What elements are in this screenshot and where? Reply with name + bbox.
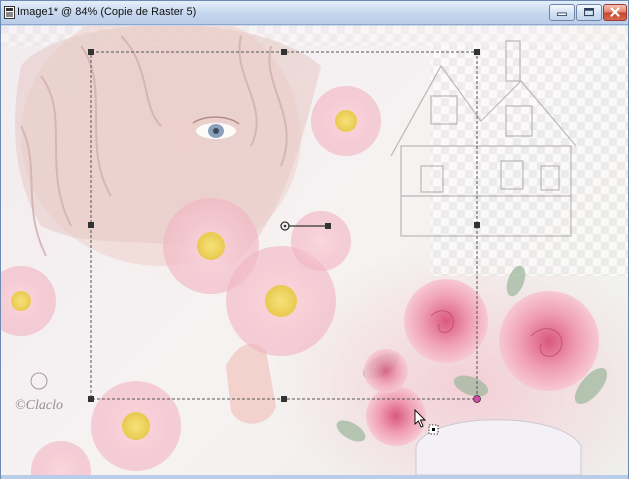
handle-bottom-left[interactable] — [88, 396, 94, 402]
title-bar[interactable]: Image1* @ 84% (Copie de Raster 5) — [1, 1, 628, 25]
window-title: Image1* @ 84% (Copie de Raster 5) — [17, 6, 197, 18]
handle-bottom-middle[interactable] — [281, 396, 287, 402]
maximize-icon — [584, 8, 594, 17]
transparency-checker — [431, 46, 628, 276]
image-window: Image1* @ 84% (Copie de Raster 5) ©Clacl… — [0, 0, 629, 479]
image-canvas[interactable]: ©Claclo — [1, 26, 628, 475]
handle-top-middle[interactable] — [281, 49, 287, 55]
close-button[interactable] — [603, 4, 627, 21]
watermark-ornament — [30, 372, 48, 390]
artwork: ©Claclo — [1, 26, 628, 475]
minimize-button[interactable] — [549, 4, 575, 21]
handle-middle-left[interactable] — [88, 222, 94, 228]
rotation-handle[interactable] — [325, 223, 331, 229]
window-bottom-edge — [1, 475, 628, 479]
minimize-icon — [557, 12, 567, 17]
watermark-text: ©Claclo — [15, 398, 63, 413]
handle-middle-right[interactable] — [474, 222, 480, 228]
document-icon — [4, 6, 15, 19]
handle-bottom-right-rotate[interactable] — [473, 395, 481, 403]
handle-top-left[interactable] — [88, 49, 94, 55]
handle-top-right[interactable] — [474, 49, 480, 55]
close-icon — [610, 7, 620, 17]
maximize-button[interactable] — [576, 4, 602, 21]
vase — [415, 419, 582, 475]
